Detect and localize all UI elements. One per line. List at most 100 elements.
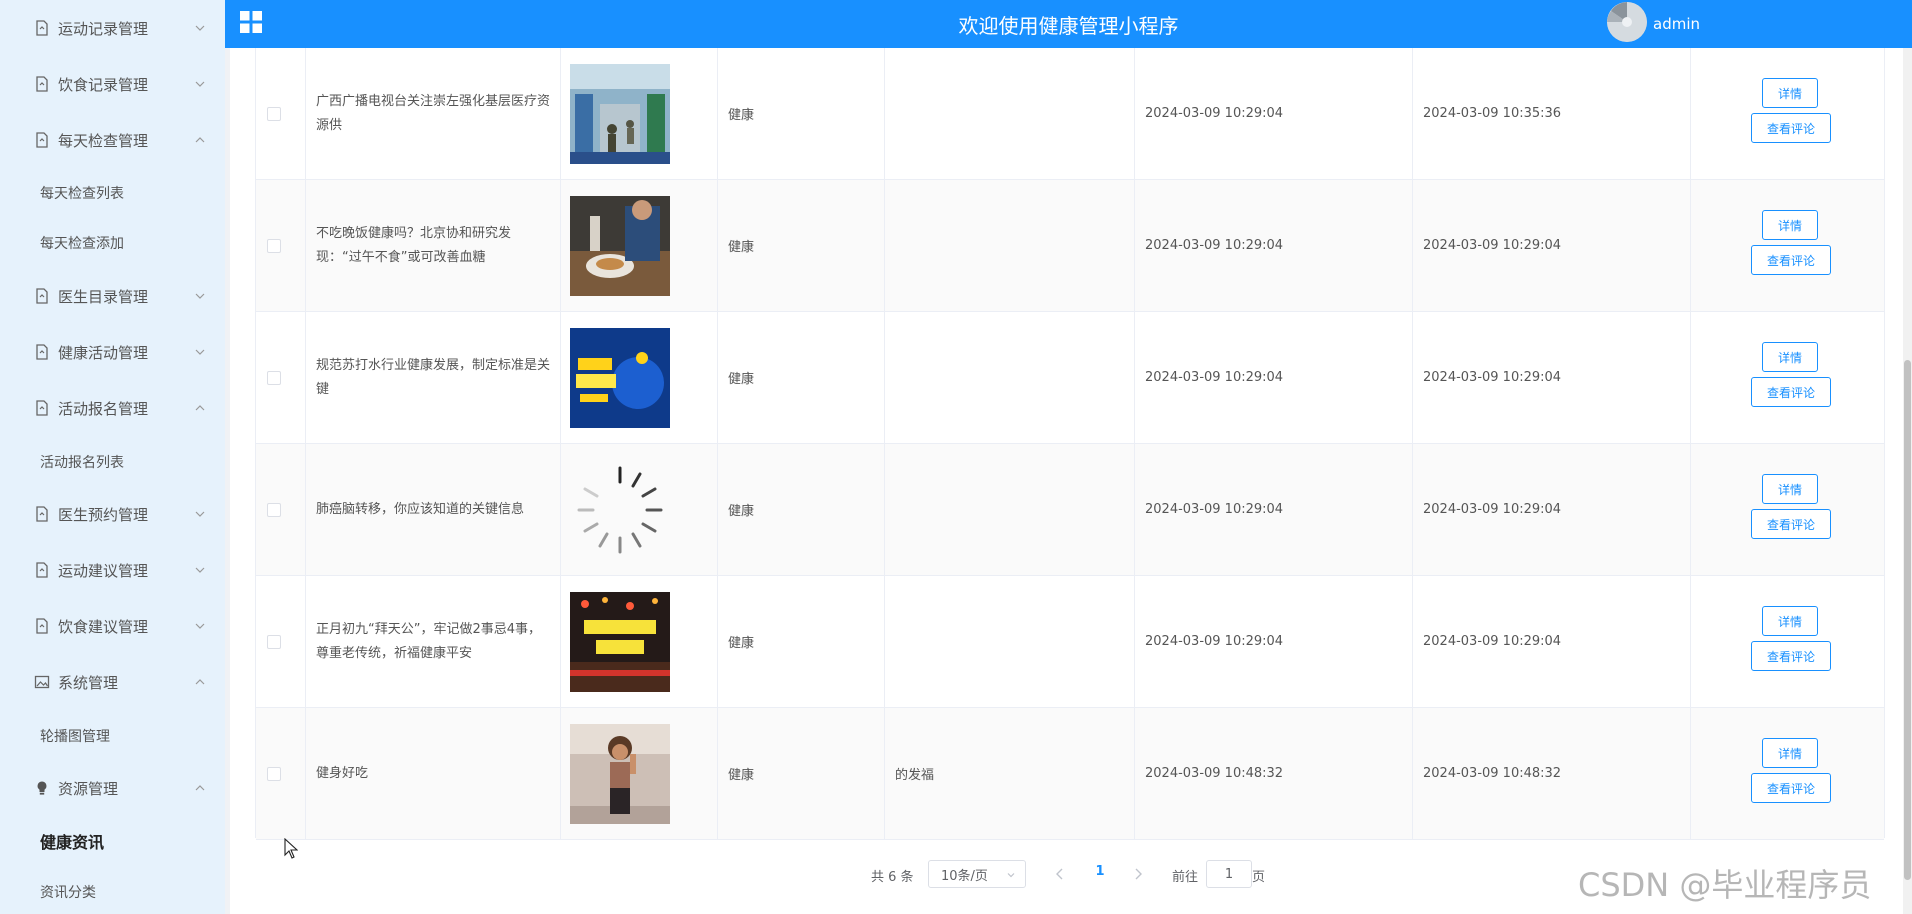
menu-exercise-advice[interactable]: 运动建议管理 bbox=[0, 546, 225, 594]
updated-cell: 2024-03-09 10:48:32 bbox=[1413, 708, 1691, 839]
title-cell: 规范苏打水行业健康发展，制定标准是关键 bbox=[306, 312, 561, 443]
table-row: 不吃晚饭健康吗？北京协和研究发现：“过午不食”或可改善血糖 健康 2024-03… bbox=[256, 180, 1884, 312]
menu-system-management[interactable]: 系统管理 bbox=[0, 658, 225, 706]
menu-diet-advice[interactable]: 饮食建议管理 bbox=[0, 602, 225, 650]
title-cell: 健身好吃 bbox=[306, 708, 561, 839]
created-cell: 2024-03-09 10:29:04 bbox=[1135, 48, 1413, 179]
checkbox-cell bbox=[256, 180, 306, 311]
created-cell: 2024-03-09 10:29:04 bbox=[1135, 576, 1413, 707]
view-comments-button[interactable]: 查看评论 bbox=[1751, 509, 1831, 539]
menu-doctor-directory[interactable]: 医生目录管理 bbox=[0, 272, 225, 320]
news-thumbnail bbox=[570, 195, 670, 296]
menu-exercise-records[interactable]: 运动记录管理 bbox=[0, 4, 225, 52]
title-cell: 不吃晚饭健康吗？北京协和研究发现：“过午不食”或可改善血糖 bbox=[306, 180, 561, 311]
sidebar: 运动记录管理 饮食记录管理 每天检查管理 每天检查列表 每天检查添加 医生目录管… bbox=[0, 0, 225, 914]
news-category: 健康 bbox=[728, 372, 755, 387]
chevron-down-icon bbox=[1005, 869, 1017, 881]
row-checkbox[interactable] bbox=[267, 238, 281, 253]
chevron-down-icon bbox=[192, 344, 208, 360]
submenu-label: 每天检查列表 bbox=[40, 186, 124, 202]
next-page-icon[interactable] bbox=[1130, 864, 1146, 884]
prev-page-icon[interactable] bbox=[1052, 864, 1068, 884]
image-cell bbox=[561, 48, 718, 179]
row-checkbox[interactable] bbox=[267, 766, 281, 781]
menu-diet-records[interactable]: 饮食记录管理 bbox=[0, 60, 225, 108]
submenu-news-category[interactable]: 资讯分类 bbox=[0, 871, 225, 913]
extra-cell bbox=[885, 180, 1135, 311]
row-checkbox[interactable] bbox=[267, 106, 281, 121]
updated-cell: 2024-03-09 10:29:04 bbox=[1413, 576, 1691, 707]
watermark: CSDN @毕业程序员 bbox=[1578, 866, 1872, 904]
chevron-down-icon bbox=[192, 562, 208, 578]
avatar[interactable] bbox=[1607, 2, 1647, 42]
goto-page-input[interactable] bbox=[1206, 860, 1252, 888]
updated-cell: 2024-03-09 10:35:36 bbox=[1413, 48, 1691, 179]
menu-daily-check[interactable]: 每天检查管理 bbox=[0, 116, 225, 164]
chevron-down-icon bbox=[192, 76, 208, 92]
title-cell: 肺癌脑转移，你应该知道的关键信息 bbox=[306, 444, 561, 575]
detail-button[interactable]: 详情 bbox=[1762, 474, 1818, 504]
detail-button[interactable]: 详情 bbox=[1762, 78, 1818, 108]
document-icon bbox=[34, 76, 50, 92]
updated-time: 2024-03-09 10:48:32 bbox=[1423, 766, 1562, 781]
goto-label: 前往 bbox=[1172, 870, 1199, 885]
menu-doctor-appointment[interactable]: 医生预约管理 bbox=[0, 490, 225, 538]
view-comments-button[interactable]: 查看评论 bbox=[1751, 113, 1831, 143]
news-thumbnail bbox=[570, 63, 670, 164]
submenu-health-news[interactable]: 健康资讯 bbox=[0, 820, 225, 862]
main-content: 广西广播电视台关注崇左强化基层医疗资源供 健康 2024-03-09 10:29… bbox=[230, 48, 1912, 914]
menu-label: 医生预约管理 bbox=[58, 505, 149, 524]
news-title: 规范苏打水行业健康发展，制定标准是关键 bbox=[316, 357, 551, 397]
title-cell: 广西广播电视台关注崇左强化基层医疗资源供 bbox=[306, 48, 561, 179]
news-title: 健身好吃 bbox=[316, 765, 369, 781]
document-icon bbox=[34, 20, 50, 36]
row-checkbox[interactable] bbox=[267, 502, 281, 517]
news-category: 健康 bbox=[728, 240, 755, 255]
category-cell: 健康 bbox=[718, 444, 885, 575]
submenu-daily-check-list[interactable]: 每天检查列表 bbox=[0, 172, 225, 214]
bulb-icon bbox=[34, 780, 50, 796]
submenu-daily-check-add[interactable]: 每天检查添加 bbox=[0, 222, 225, 264]
created-time: 2024-03-09 10:29:04 bbox=[1145, 370, 1284, 385]
page-size-select[interactable]: 10条/页 bbox=[928, 860, 1026, 888]
updated-cell: 2024-03-09 10:29:04 bbox=[1413, 312, 1691, 443]
submenu-activity-signup-list[interactable]: 活动报名列表 bbox=[0, 441, 225, 483]
detail-button[interactable]: 详情 bbox=[1762, 606, 1818, 636]
detail-button[interactable]: 详情 bbox=[1762, 210, 1818, 240]
menu-health-activity[interactable]: 健康活动管理 bbox=[0, 328, 225, 376]
checkbox-cell bbox=[256, 708, 306, 839]
document-icon bbox=[34, 288, 50, 304]
menu-label: 系统管理 bbox=[58, 673, 119, 692]
updated-time: 2024-03-09 10:29:04 bbox=[1423, 634, 1562, 649]
updated-cell: 2024-03-09 10:29:04 bbox=[1413, 444, 1691, 575]
scrollbar-thumb[interactable] bbox=[1904, 360, 1911, 880]
image-cell bbox=[561, 312, 718, 443]
menu-resource-management[interactable]: 资源管理 bbox=[0, 764, 225, 812]
checkbox-cell bbox=[256, 48, 306, 179]
news-title: 肺癌脑转移，你应该知道的关键信息 bbox=[316, 501, 525, 517]
updated-time: 2024-03-09 10:29:04 bbox=[1423, 370, 1562, 385]
detail-button[interactable]: 详情 bbox=[1762, 738, 1818, 768]
view-comments-button[interactable]: 查看评论 bbox=[1751, 641, 1831, 671]
submenu-carousel-management[interactable]: 轮播图管理 bbox=[0, 715, 225, 757]
news-category: 健康 bbox=[728, 504, 755, 519]
username[interactable]: admin bbox=[1653, 15, 1700, 33]
checkbox-cell bbox=[256, 576, 306, 707]
chevron-down-icon bbox=[192, 506, 208, 522]
menu-label: 医生目录管理 bbox=[58, 287, 149, 306]
news-thumbnail bbox=[570, 591, 670, 692]
page-size-value: 10条/页 bbox=[941, 868, 988, 884]
row-checkbox[interactable] bbox=[267, 370, 281, 385]
menu-label: 活动报名管理 bbox=[58, 399, 149, 418]
menu-activity-signup[interactable]: 活动报名管理 bbox=[0, 384, 225, 432]
document-icon bbox=[34, 506, 50, 522]
news-category: 健康 bbox=[728, 636, 755, 651]
view-comments-button[interactable]: 查看评论 bbox=[1751, 245, 1831, 275]
row-checkbox[interactable] bbox=[267, 634, 281, 649]
view-comments-button[interactable]: 查看评论 bbox=[1751, 377, 1831, 407]
news-title: 广西广播电视台关注崇左强化基层医疗资源供 bbox=[316, 93, 551, 133]
view-comments-button[interactable]: 查看评论 bbox=[1751, 773, 1831, 803]
detail-button[interactable]: 详情 bbox=[1762, 342, 1818, 372]
updated-time: 2024-03-09 10:29:04 bbox=[1423, 238, 1562, 253]
page-number-current[interactable]: 1 bbox=[1090, 864, 1110, 884]
